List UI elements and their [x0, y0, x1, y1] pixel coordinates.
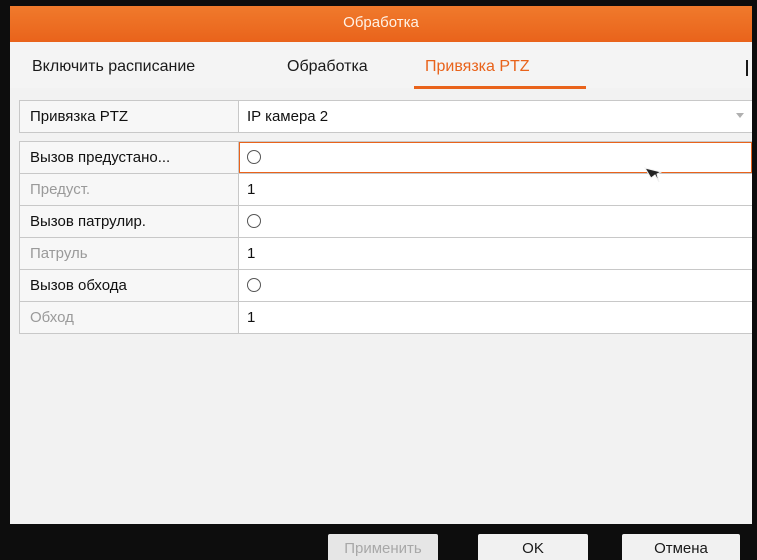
call-patrol-label: Вызов патрулир. [19, 206, 239, 237]
call-pattern-cell[interactable] [239, 270, 752, 301]
ptz-link-value: IP камера 2 [247, 108, 329, 125]
mouse-cursor-icon [643, 167, 663, 183]
dialog-window: Обработка Включить расписание Обработка … [10, 6, 752, 560]
row-ptz-link: Привязка PTZ IP камера 2 [19, 101, 752, 133]
pattern-label: Обход [19, 302, 239, 333]
patrol-field[interactable]: 1 [239, 238, 752, 269]
preset-field[interactable]: 1 [239, 174, 752, 205]
row-pattern: Обход 1 [19, 302, 752, 334]
tab-processing[interactable]: Обработка [287, 58, 368, 76]
row-call-pattern: Вызов обхода [19, 270, 752, 302]
ptz-link-label: Привязка PTZ [19, 101, 239, 132]
call-patrol-radio[interactable] [247, 214, 261, 228]
call-pattern-radio[interactable] [247, 278, 261, 292]
window-title: Обработка [10, 6, 752, 42]
call-preset-cell[interactable] [239, 142, 752, 173]
preset-label: Предуст. [19, 174, 239, 205]
call-preset-label: Вызов предустано... [19, 142, 239, 173]
tab-scroll-edge [746, 60, 748, 76]
active-tab-indicator [414, 86, 586, 89]
call-patrol-cell[interactable] [239, 206, 752, 237]
tab-enable-schedule[interactable]: Включить расписание [32, 58, 195, 76]
button-bar: Применить OK Отмена [10, 524, 752, 560]
row-call-patrol: Вызов патрулир. [19, 206, 752, 238]
patrol-label: Патруль [19, 238, 239, 269]
ok-button[interactable]: OK [478, 534, 588, 560]
call-pattern-label: Вызов обхода [19, 270, 239, 301]
row-patrol: Патруль 1 [19, 238, 752, 270]
tab-bar: Включить расписание Обработка Привязка P… [10, 42, 752, 89]
cancel-button[interactable]: Отмена [622, 534, 740, 560]
ptz-link-select[interactable]: IP камера 2 [239, 101, 752, 132]
chevron-down-icon[interactable] [736, 113, 744, 118]
ptz-link-form: Привязка PTZ IP камера 2 Вызов предустан… [19, 100, 752, 334]
tab-ptz-link[interactable]: Привязка PTZ [425, 58, 530, 76]
pattern-field[interactable]: 1 [239, 302, 752, 333]
call-preset-radio[interactable] [247, 150, 261, 164]
apply-button[interactable]: Применить [328, 534, 438, 560]
